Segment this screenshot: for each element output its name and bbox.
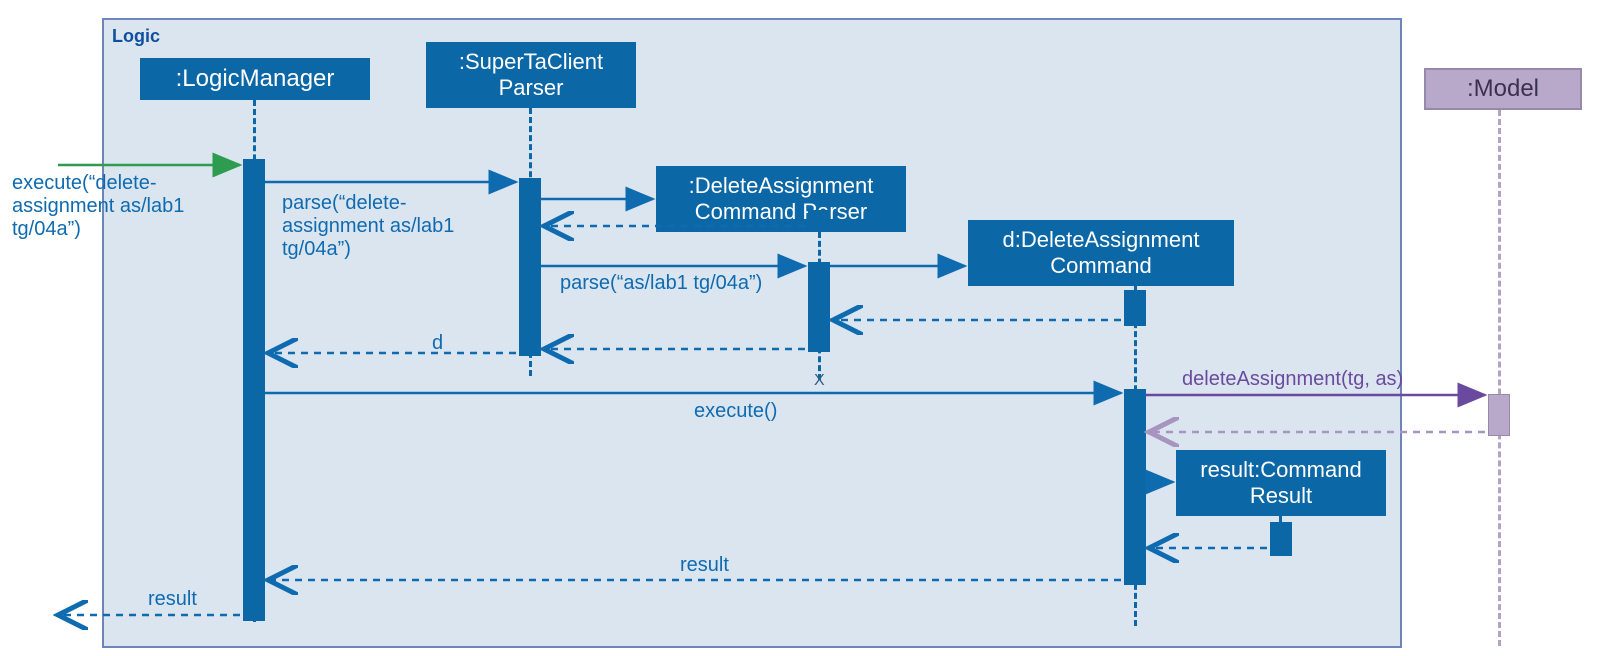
- activation-model: [1488, 394, 1510, 436]
- participant-model: :Model: [1424, 68, 1582, 110]
- activation-cmd-result: [1270, 522, 1292, 556]
- lifeline-model: [1498, 110, 1501, 646]
- label-result: result: [680, 554, 729, 577]
- logic-frame: [102, 18, 1402, 648]
- label-parse-sub: parse(“as/lab1 tg/04a”): [560, 272, 762, 295]
- label-execute-cmd: execute(): [694, 400, 777, 423]
- participant-delete-assign-cmd: d:DeleteAssignment Command: [968, 220, 1234, 286]
- destroy-x-icon: X: [814, 372, 825, 390]
- participant-supertaclient-parser: :SuperTaClient Parser: [426, 42, 636, 108]
- label-result-out: result: [148, 588, 197, 611]
- activation-del-parser-2: [808, 262, 830, 352]
- participant-logic-manager: :LogicManager: [140, 58, 370, 100]
- label-d-return: d: [432, 332, 443, 355]
- participant-command-result: result:Command Result: [1176, 450, 1386, 516]
- frame-label: Logic: [112, 26, 160, 47]
- activation-del-cmd-2: [1124, 389, 1146, 585]
- label-delete-assign: deleteAssignment(tg, as): [1182, 368, 1403, 391]
- label-execute-call: execute(“delete- assignment as/lab1 tg/0…: [12, 172, 184, 241]
- activation-parser: [519, 178, 541, 356]
- activation-logic-manager: [243, 159, 265, 621]
- participant-delete-assign-parser: :DeleteAssignment Command Parser: [656, 166, 906, 232]
- label-parse-main: parse(“delete- assignment as/lab1 tg/04a…: [282, 192, 454, 261]
- activation-del-cmd-1: [1124, 290, 1146, 326]
- activation-del-parser-1: [808, 210, 830, 230]
